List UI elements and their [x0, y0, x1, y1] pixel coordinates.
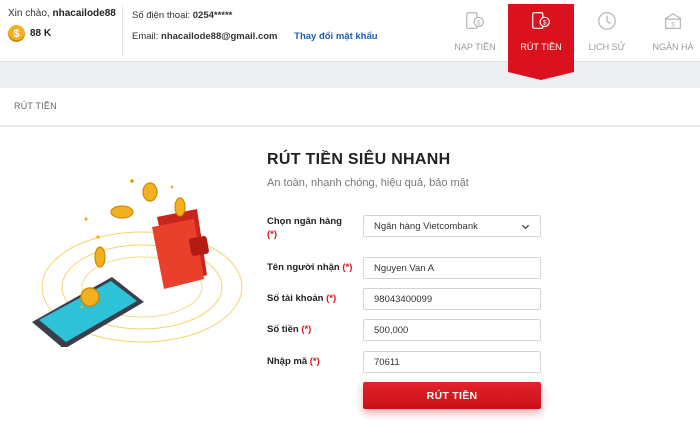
recipient-label: Tên người nhận (*)	[267, 261, 359, 274]
bank-label-text: Chọn ngân hàng	[267, 216, 342, 227]
svg-text:$: $	[671, 22, 675, 29]
phone-label: Số điện thoại:	[132, 10, 191, 21]
form-title: RÚT TIỀN SIÊU NHANH	[267, 151, 451, 168]
tab-bank-label: NGÂN HÀ	[652, 42, 694, 52]
code-input[interactable]: 70611	[363, 351, 541, 373]
account-header: Xin chào, nhacailode88 $ 88 K Số điện th…	[0, 0, 700, 80]
tab-withdraw-label: RÚT TIỀN	[520, 42, 562, 52]
email-label: Email:	[132, 31, 159, 42]
change-password-link[interactable]: Thay đổi mật khẩu	[294, 31, 377, 42]
tab-bank[interactable]: $ NGÂN HÀ	[640, 4, 700, 62]
phone-wallet-illustration	[32, 179, 243, 347]
recipient-label-text: Tên người nhận	[267, 262, 340, 273]
account-number-label: Số tài khoản (*)	[267, 292, 359, 305]
greeting: Xin chào, nhacailode88	[8, 8, 122, 19]
balance-amount: 88 K	[30, 28, 52, 39]
recipient-input[interactable]: Nguyen Van A	[363, 257, 541, 279]
tab-withdraw[interactable]: $ RÚT TIỀN	[508, 4, 574, 80]
deposit-icon: $	[466, 12, 484, 29]
coin-icon: $	[8, 25, 25, 42]
contact-info: Số điện thoại: 0254***** Email: nhacailo…	[132, 10, 378, 42]
svg-text:$: $	[543, 20, 547, 27]
tab-deposit[interactable]: $ NẠP TIỀN	[442, 4, 508, 62]
email-value: nhacailode88@gmail.com	[161, 31, 278, 42]
required-mark: (*)	[301, 324, 312, 335]
svg-text:$: $	[477, 20, 481, 27]
account-number-input[interactable]: 98043400099	[363, 288, 541, 310]
user-info: Xin chào, nhacailode88 $ 88 K	[8, 8, 122, 54]
account-nav: $ NẠP TIỀN $ RÚT TIỀN LỊCH SỬ $ NGÂN HÀ	[442, 4, 700, 80]
withdraw-icon: $	[532, 12, 550, 29]
withdraw-panel: RÚT TIỀN SIÊU NHANH An toàn, nhanh chóng…	[0, 127, 700, 424]
bank-select-value: Ngân hàng Vietcombank	[374, 220, 478, 232]
email-row: Email: nhacailode88@gmail.com Thay đổi m…	[132, 31, 378, 42]
required-mark: (*)	[326, 293, 337, 304]
tab-history-label: LỊCH SỬ	[588, 42, 626, 52]
bank-select[interactable]: Ngân hàng Vietcombank	[363, 215, 541, 237]
divider	[122, 6, 123, 56]
phone-row: Số điện thoại: 0254*****	[132, 10, 378, 21]
chevron-down-icon	[521, 224, 530, 229]
amount-label-text: Số tiền	[267, 324, 299, 335]
tab-history[interactable]: LỊCH SỬ	[574, 4, 640, 62]
history-clock-icon	[598, 12, 616, 30]
phone-value: 0254*****	[192, 10, 233, 21]
username: nhacailode88	[52, 8, 116, 19]
tab-deposit-label: NẠP TIỀN	[454, 42, 496, 52]
code-label-text: Nhập mã	[267, 356, 308, 367]
required-mark: (*)	[267, 229, 278, 240]
form-subtitle: An toàn, nhanh chóng, hiệu quả, bảo mật	[267, 177, 469, 189]
code-label: Nhập mã (*)	[267, 355, 359, 368]
bank-label: Chọn ngân hàng (*)	[267, 215, 359, 241]
required-mark: (*)	[309, 356, 320, 367]
withdraw-submit-button[interactable]: RÚT TIỀN	[363, 382, 541, 409]
required-mark: (*)	[342, 262, 353, 273]
greeting-text: Xin chào,	[8, 8, 50, 19]
account-number-label-text: Số tài khoản	[267, 293, 324, 304]
section-title: RÚT TIỀN	[14, 101, 57, 111]
amount-input[interactable]: 500,000	[363, 319, 541, 341]
amount-label: Số tiền (*)	[267, 323, 359, 336]
section-header: RÚT TIỀN	[0, 88, 700, 126]
bank-icon: $	[664, 12, 682, 29]
balance: $ 88 K	[8, 25, 122, 42]
